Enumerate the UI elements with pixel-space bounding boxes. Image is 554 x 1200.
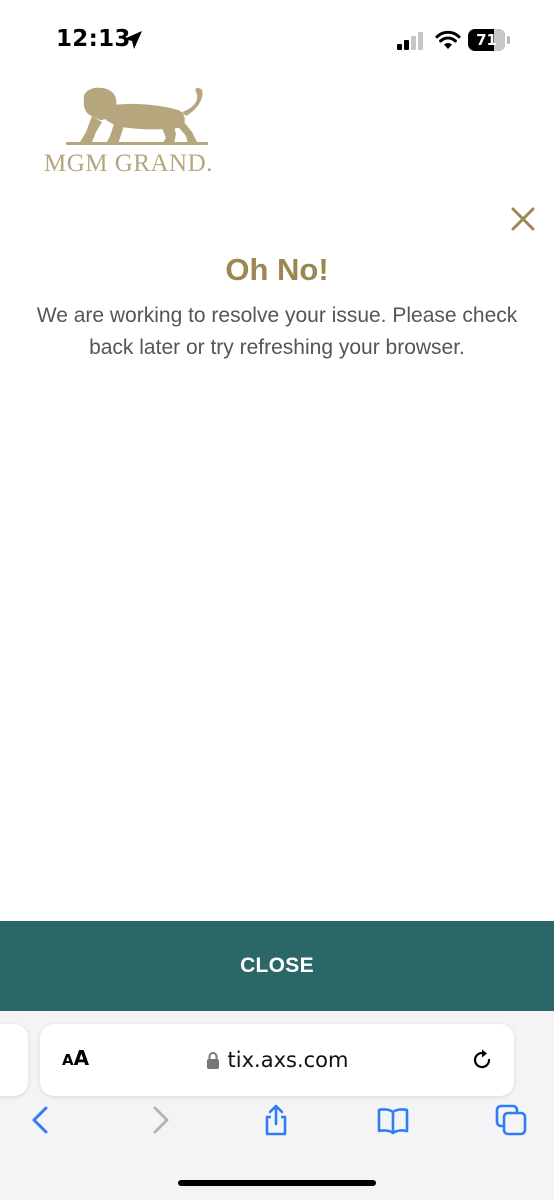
reload-icon[interactable] xyxy=(470,1048,494,1072)
reader-button-big-a: A xyxy=(73,1046,90,1070)
error-heading: Oh No! xyxy=(225,252,329,287)
tabs-icon[interactable] xyxy=(494,1103,528,1137)
lock-icon xyxy=(206,1052,219,1069)
wifi-icon xyxy=(435,30,461,49)
battery-level: 71 xyxy=(476,31,497,49)
share-icon[interactable] xyxy=(259,1103,293,1137)
page: 12:13 71 MGM GRAND. Oh No! We are workin… xyxy=(0,0,554,1200)
reader-settings-button[interactable]: AA xyxy=(62,1046,89,1074)
bookmarks-icon[interactable] xyxy=(376,1103,410,1137)
close-icon[interactable] xyxy=(510,206,536,232)
mgm-grand-logo: MGM GRAND. xyxy=(44,86,214,178)
status-time: 12:13 xyxy=(56,26,131,52)
back-icon[interactable] xyxy=(24,1103,58,1137)
lion-icon xyxy=(66,87,208,145)
error-message: We are working to resolve your issue. Pl… xyxy=(36,304,518,359)
reader-button-small-a: A xyxy=(62,1051,74,1069)
close-button[interactable]: CLOSE xyxy=(0,921,554,1011)
url-text: tix.axs.com xyxy=(227,1048,349,1072)
address-bar[interactable]: AA tix.axs.com xyxy=(40,1024,514,1096)
home-indicator xyxy=(178,1180,376,1186)
battery-icon: 71 xyxy=(468,29,510,51)
location-arrow-icon xyxy=(124,31,142,49)
forward-icon[interactable] xyxy=(143,1103,177,1137)
close-button-label: CLOSE xyxy=(240,954,314,977)
previous-tab-preview[interactable] xyxy=(0,1024,28,1096)
cellular-signal-icon xyxy=(397,32,423,50)
status-bar: 12:13 71 xyxy=(0,0,554,80)
logo-wordmark: MGM GRAND. xyxy=(44,150,213,177)
browser-toolbar: AA tix.axs.com xyxy=(0,1011,554,1200)
